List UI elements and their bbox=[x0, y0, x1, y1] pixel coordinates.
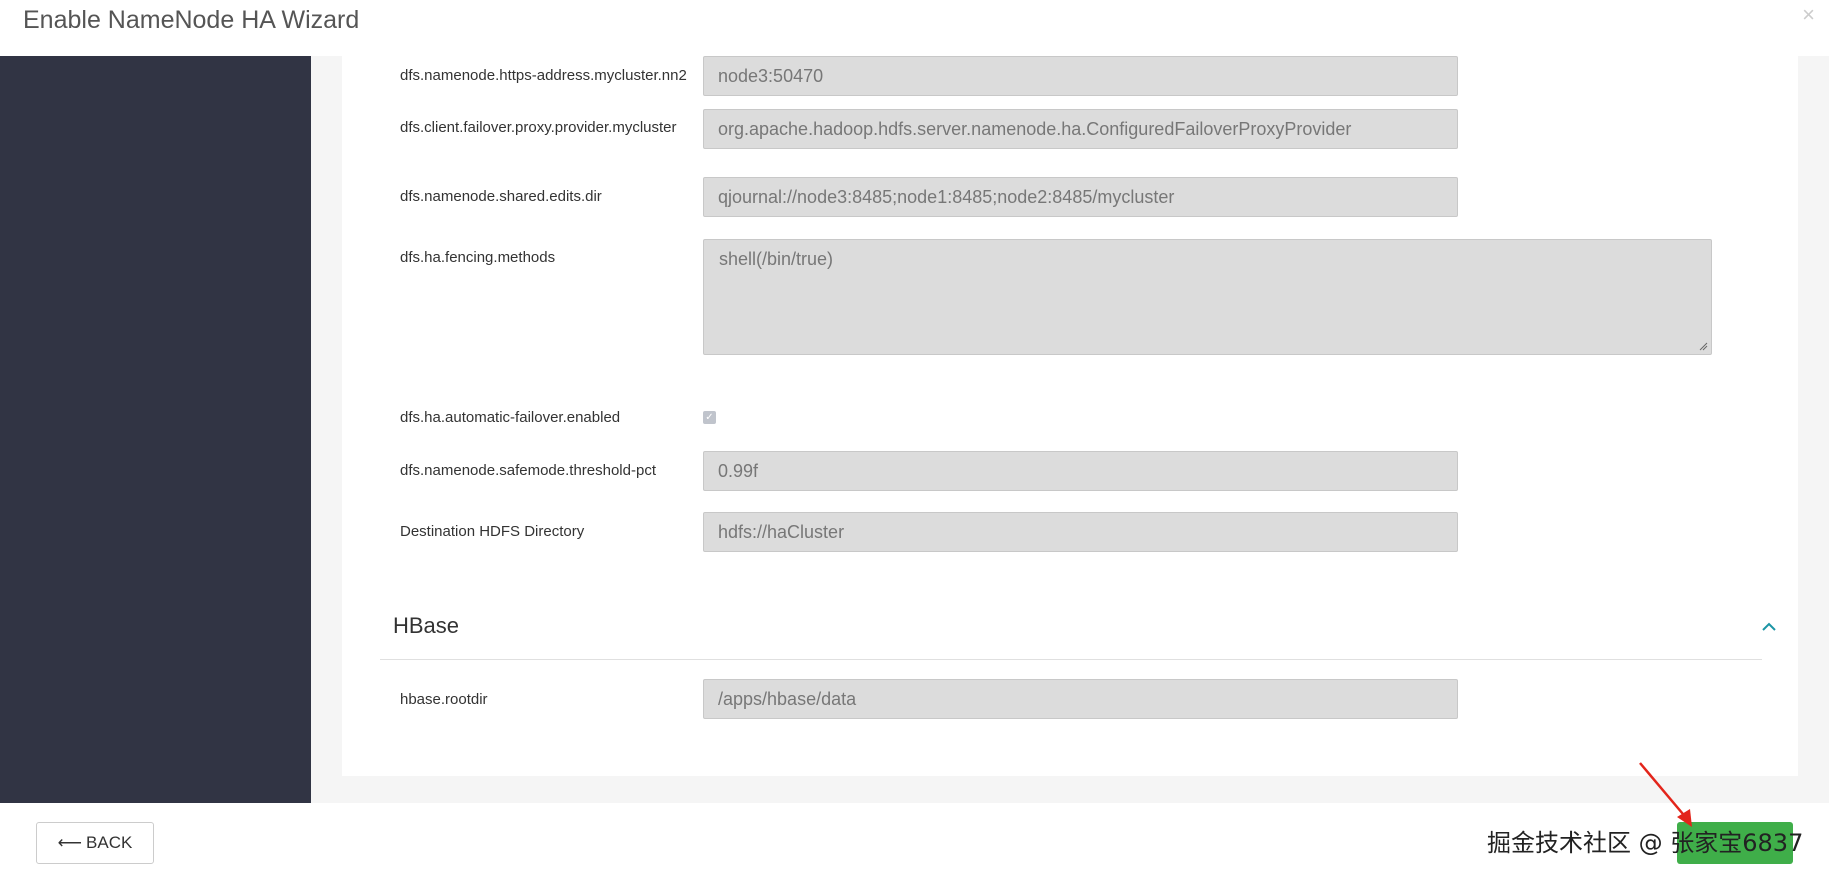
config-label-hbase-rootdir: hbase.rootdir bbox=[400, 691, 488, 708]
config-input-failover-proxy-provider[interactable]: org.apache.hadoop.hdfs.server.namenode.h… bbox=[703, 109, 1458, 149]
config-input-destination-hdfs-dir[interactable]: hdfs://haCluster bbox=[703, 512, 1458, 552]
config-input-shared-edits-dir[interactable]: qjournal://node3:8485;node1:8485;node2:8… bbox=[703, 177, 1458, 217]
config-input-https-address-nn2[interactable]: node3:50470 bbox=[703, 56, 1458, 96]
wizard-header: Enable NameNode HA Wizard × bbox=[0, 0, 1829, 56]
wizard-sidebar bbox=[0, 56, 311, 803]
arrow-left-icon: ⟵ bbox=[57, 833, 83, 852]
config-panel: dfs.namenode.https-address.mycluster.nn2… bbox=[342, 56, 1798, 776]
hbase-section-title: HBase bbox=[393, 613, 460, 638]
config-label-failover-proxy-provider: dfs.client.failover.proxy.provider.myclu… bbox=[400, 119, 677, 136]
config-input-hbase-rootdir[interactable]: /apps/hbase/data bbox=[703, 679, 1458, 719]
back-button-label: BACK bbox=[86, 833, 133, 852]
config-textarea-fencing-methods[interactable]: shell(/bin/true) bbox=[703, 239, 1712, 355]
wizard-footer: ⟵ BACK 掘金技术社区 @ 张家宝6837 bbox=[0, 803, 1829, 877]
annotation-arrow-icon bbox=[1639, 762, 1692, 827]
close-icon[interactable]: × bbox=[1802, 2, 1815, 28]
wizard-content: dfs.namenode.https-address.mycluster.nn2… bbox=[311, 56, 1829, 803]
wizard-title: Enable NameNode HA Wizard bbox=[23, 6, 360, 34]
config-label-automatic-failover: dfs.ha.automatic-failover.enabled bbox=[400, 409, 621, 426]
config-label-shared-edits-dir: dfs.namenode.shared.edits.dir bbox=[400, 188, 602, 205]
config-label-safemode-threshold: dfs.namenode.safemode.threshold-pct bbox=[400, 462, 656, 479]
config-label-fencing-methods: dfs.ha.fencing.methods bbox=[400, 249, 556, 266]
config-label-https-address-nn2: dfs.namenode.https-address.mycluster.nn2 bbox=[400, 67, 687, 84]
back-button[interactable]: ⟵ BACK bbox=[36, 822, 154, 864]
chevron-up-icon[interactable] bbox=[1760, 618, 1778, 636]
section-divider bbox=[380, 659, 1762, 660]
automatic-failover-checkbox[interactable]: ✓ bbox=[703, 411, 716, 424]
fencing-methods-value: shell(/bin/true) bbox=[719, 249, 834, 269]
resize-handle-icon[interactable] bbox=[1698, 341, 1708, 351]
config-label-destination-hdfs-dir: Destination HDFS Directory bbox=[400, 523, 585, 540]
config-input-safemode-threshold[interactable]: 0.99f bbox=[703, 451, 1458, 491]
